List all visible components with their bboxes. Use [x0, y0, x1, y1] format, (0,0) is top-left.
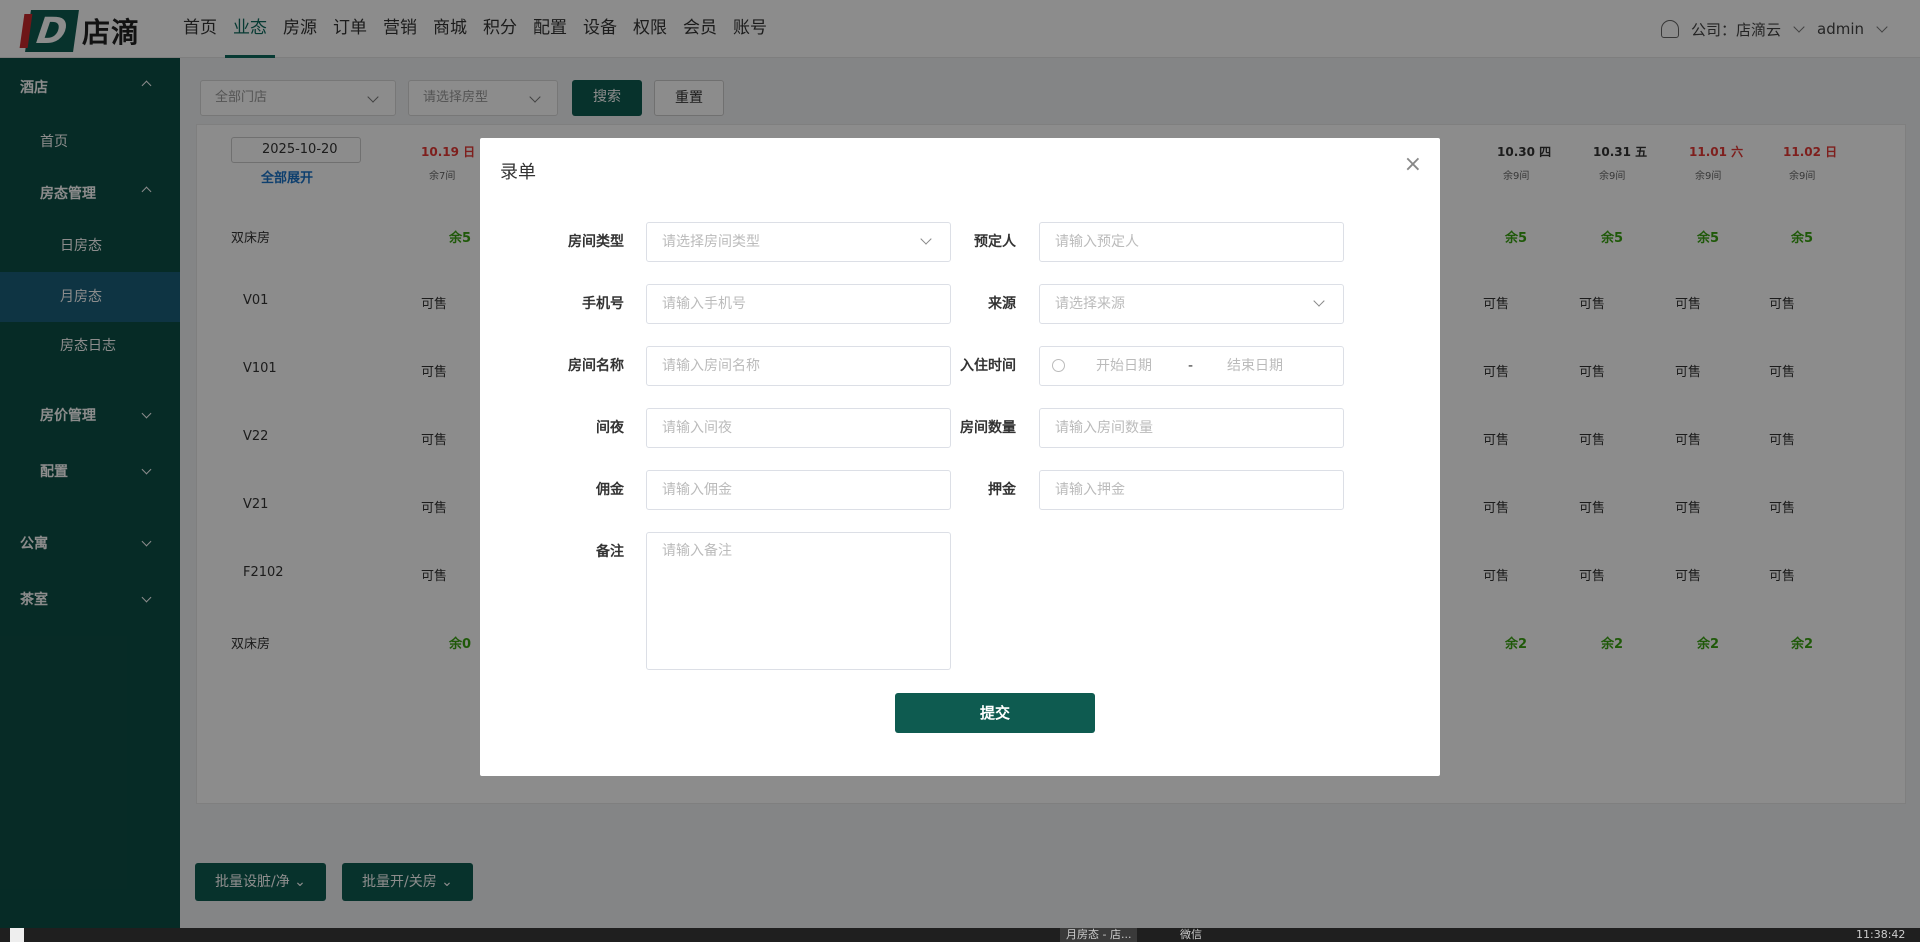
deposit-label: 押金 — [988, 482, 1016, 498]
deposit-input[interactable]: 请输入押金 — [1039, 470, 1344, 510]
commission-label: 佣金 — [596, 482, 624, 498]
close-icon[interactable]: × — [1404, 154, 1422, 176]
source-placeholder: 请选择来源 — [1055, 296, 1125, 312]
chevron-down-icon — [1313, 295, 1325, 307]
nights-label: 间夜 — [596, 420, 624, 436]
taskbar-item-browser[interactable]: 月房态 - 店... — [1060, 928, 1138, 942]
clock-icon — [1052, 359, 1065, 372]
booker-input[interactable]: 请输入预定人 — [1039, 222, 1344, 262]
end-date-placeholder[interactable]: 结束日期 — [1227, 347, 1283, 385]
phone-label: 手机号 — [582, 296, 624, 312]
room-type-label: 房间类型 — [568, 234, 624, 250]
source-select[interactable]: 请选择来源 — [1039, 284, 1344, 324]
room-count-placeholder: 请输入房间数量 — [1055, 420, 1153, 436]
room-type-placeholder: 请选择房间类型 — [662, 234, 760, 250]
windows-icon[interactable] — [10, 928, 24, 942]
start-date-placeholder[interactable]: 开始日期 — [1096, 347, 1152, 385]
checkin-label: 入住时间 — [960, 358, 1016, 374]
remark-label: 备注 — [596, 544, 624, 560]
deposit-placeholder: 请输入押金 — [1055, 482, 1125, 498]
booker-placeholder: 请输入预定人 — [1055, 234, 1139, 250]
submit-button[interactable]: 提交 — [895, 693, 1095, 733]
room-count-input[interactable]: 请输入房间数量 — [1039, 408, 1344, 448]
modal-title: 录单 — [500, 162, 536, 183]
taskbar-clock: 11:38:42 — [1856, 928, 1906, 941]
commission-placeholder: 请输入佣金 — [662, 482, 732, 498]
order-entry-modal: 录单 × 房间类型 请选择房间类型 预定人 请输入预定人 手机号 请输入手机号 … — [480, 138, 1440, 776]
room-name-label: 房间名称 — [568, 358, 624, 374]
checkin-range-picker[interactable]: 开始日期 - 结束日期 — [1039, 346, 1344, 386]
nights-placeholder: 请输入间夜 — [662, 420, 732, 436]
range-separator: - — [1188, 358, 1194, 374]
taskbar-item-wechat[interactable]: 微信 — [1180, 928, 1202, 942]
phone-placeholder: 请输入手机号 — [662, 296, 746, 312]
remark-textarea[interactable]: 请输入备注 — [646, 532, 951, 670]
booker-label: 预定人 — [974, 234, 1016, 250]
room-count-label: 房间数量 — [960, 420, 1016, 436]
room-name-placeholder: 请输入房间名称 — [662, 358, 760, 374]
taskbar: 月房态 - 店... 微信 11:38:42 — [0, 928, 1920, 942]
remark-placeholder: 请输入备注 — [662, 543, 732, 559]
source-label: 来源 — [988, 296, 1016, 312]
